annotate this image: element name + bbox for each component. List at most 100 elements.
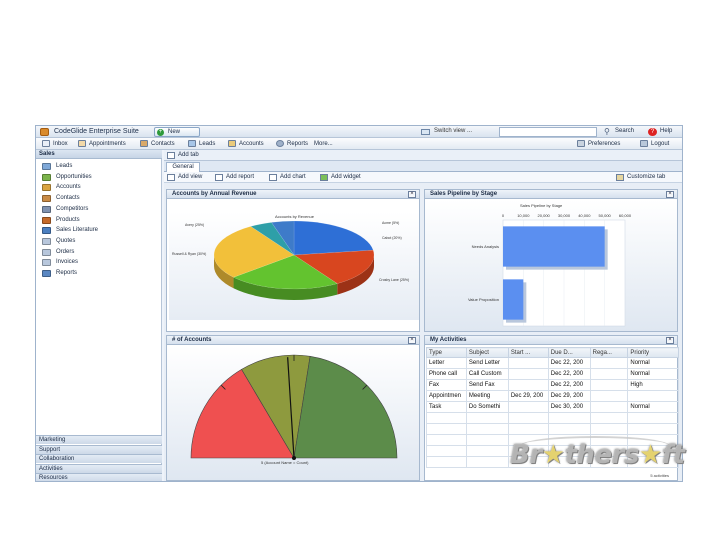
- close-icon[interactable]: ×: [408, 191, 416, 198]
- add-report-button[interactable]: Add report: [215, 174, 254, 181]
- table-row[interactable]: Task Do Somethi Dec 30, 200 Normal: [426, 401, 679, 413]
- table-cell: [547, 423, 591, 435]
- close-icon[interactable]: ×: [666, 191, 674, 198]
- sidebar-item-products[interactable]: Products: [42, 216, 80, 226]
- sidebar-item-accounts[interactable]: Accounts: [42, 183, 81, 193]
- table-row[interactable]: Letter Send Letter Dec 22, 200 Normal: [426, 357, 679, 369]
- toolbar-more-label: More...: [314, 141, 333, 147]
- toolbar-inbox[interactable]: Inbox: [42, 140, 68, 149]
- column-header[interactable]: Priority: [627, 347, 679, 358]
- sidebar-item-invoices[interactable]: Invoices: [42, 258, 78, 268]
- toolbar-appointments[interactable]: Appointments: [78, 140, 126, 149]
- nav-section-resources[interactable]: Resources: [36, 473, 162, 481]
- table-cell: [507, 368, 549, 380]
- plus-icon: +: [157, 129, 164, 136]
- table-row[interactable]: Appointmen Meeting Dec 29, 200 Dec 29, 200: [426, 390, 679, 402]
- panel-body: Sales Pipeline by Stage 0 10,000 20,000 30,…: [425, 200, 677, 331]
- nav-section-support[interactable]: Support: [36, 444, 162, 454]
- toolbar-logout-label: Logout: [651, 141, 670, 147]
- sidebar-item-label: Sales Literature: [56, 227, 99, 234]
- nav-section-marketing[interactable]: Marketing: [36, 435, 162, 444]
- table-row[interactable]: Phone call Call Custom Dec 22, 200 Normal: [426, 368, 679, 380]
- panel-title: Sales Pipeline by Stage: [425, 190, 677, 199]
- nav-header-sales[interactable]: Sales: [36, 150, 162, 159]
- toolbar-preferences[interactable]: Preferences: [577, 140, 620, 149]
- table-cell: Fax: [426, 379, 467, 391]
- table-cell: Dec 29, 200: [507, 390, 549, 402]
- toolbar-contacts[interactable]: Contacts: [140, 140, 175, 149]
- sidebar-item-contacts[interactable]: Contacts: [42, 194, 80, 204]
- tab-general[interactable]: General: [166, 162, 200, 172]
- close-icon[interactable]: ×: [666, 337, 674, 344]
- table-row[interactable]: Fax Send Fax Dec 22, 200 High: [426, 379, 679, 391]
- empty-row: [426, 412, 679, 424]
- main-toolbar: Inbox Appointments Contacts Leads Accoun…: [36, 138, 682, 150]
- add-view-button[interactable]: Add view: [167, 174, 202, 181]
- sidebar-item-quotes[interactable]: Quotes: [42, 237, 75, 247]
- sidebar-item-leads[interactable]: Leads: [42, 162, 72, 172]
- search-input[interactable]: [499, 127, 597, 137]
- sidebar-item-orders[interactable]: Orders: [42, 248, 74, 258]
- leads-icon: [188, 140, 196, 147]
- toolbar-leads[interactable]: Leads: [188, 140, 215, 149]
- left-navigation: Sales Leads Opportunities Accounts Contacts…: [36, 150, 162, 481]
- toolbar-more[interactable]: More...: [314, 140, 333, 149]
- tab-strip: General: [164, 161, 682, 172]
- sidebar-item-label: Products: [56, 216, 80, 223]
- customize-tab-button[interactable]: Customize tab: [616, 174, 665, 181]
- chart-icon: [269, 174, 277, 181]
- table-cell: [507, 401, 549, 413]
- add-widget-button[interactable]: Add widget: [320, 174, 361, 181]
- help-button[interactable]: ? Help: [648, 128, 672, 136]
- table-cell: Meeting: [465, 390, 509, 402]
- bar: [503, 226, 605, 267]
- new-button[interactable]: + New: [154, 127, 200, 137]
- table-cell: [589, 357, 629, 369]
- column-header[interactable]: Due D...: [547, 347, 591, 358]
- gauge-footer: 5 (Account Name = Count): [261, 460, 309, 465]
- add-chart-label: Add chart: [280, 174, 306, 180]
- toolbar-reports[interactable]: Reports: [276, 140, 308, 149]
- x-tick-label: 20,000: [538, 213, 551, 218]
- table-cell: [627, 423, 679, 435]
- column-header[interactable]: Rega...: [589, 347, 629, 358]
- gauge-band: [293, 355, 398, 459]
- sidebar-item-reports[interactable]: Reports: [42, 269, 77, 279]
- switch-view-button[interactable]: Switch view ...: [421, 128, 491, 137]
- table-cell: Dec 30, 200: [547, 401, 591, 413]
- table-cell: [465, 423, 509, 435]
- sidebar-item-competitors[interactable]: Competitors: [42, 205, 88, 215]
- search-button[interactable]: ⚲ Search: [604, 128, 634, 136]
- add-chart-button[interactable]: Add chart: [269, 174, 306, 181]
- table-cell: Call Custom: [465, 368, 509, 380]
- close-icon[interactable]: ×: [408, 337, 416, 344]
- panel-title: # of Accounts: [167, 336, 419, 345]
- add-tab-icon: [167, 152, 175, 159]
- calendar-icon: [78, 140, 86, 147]
- column-header[interactable]: Subject: [465, 347, 509, 358]
- quotes-icon: [42, 237, 51, 245]
- toolbar-accounts[interactable]: Accounts: [228, 140, 264, 149]
- sidebar-item-label: Quotes: [56, 237, 76, 244]
- table-cell: Appointmen: [426, 390, 467, 402]
- help-icon: ?: [648, 128, 657, 136]
- table-cell: Dec 22, 200: [547, 368, 591, 380]
- nav-section-collaboration[interactable]: Collaboration: [36, 454, 162, 463]
- add-widget-label: Add widget: [331, 174, 361, 180]
- column-header[interactable]: Start ...: [507, 347, 549, 358]
- activities-pager: 5 activities: [650, 473, 669, 478]
- reports-icon: [276, 140, 284, 147]
- pie-label: Cabot (20%): [382, 236, 402, 240]
- sidebar-item-opportunities[interactable]: Opportunities: [42, 173, 92, 183]
- sidebar-item-label: Invoices: [56, 259, 79, 266]
- table-cell: [426, 434, 467, 446]
- table-cell: [426, 423, 467, 435]
- sidebar-item-sales-literature[interactable]: Sales Literature: [42, 226, 98, 236]
- nav-section-activities[interactable]: Activities: [36, 463, 162, 473]
- window-icon: [421, 129, 430, 135]
- toolbar-logout[interactable]: Logout: [640, 140, 669, 149]
- column-header[interactable]: Type: [426, 347, 467, 358]
- table-cell: [507, 357, 549, 369]
- add-tab-button[interactable]: Add tab: [167, 152, 199, 159]
- table-cell: [507, 379, 549, 391]
